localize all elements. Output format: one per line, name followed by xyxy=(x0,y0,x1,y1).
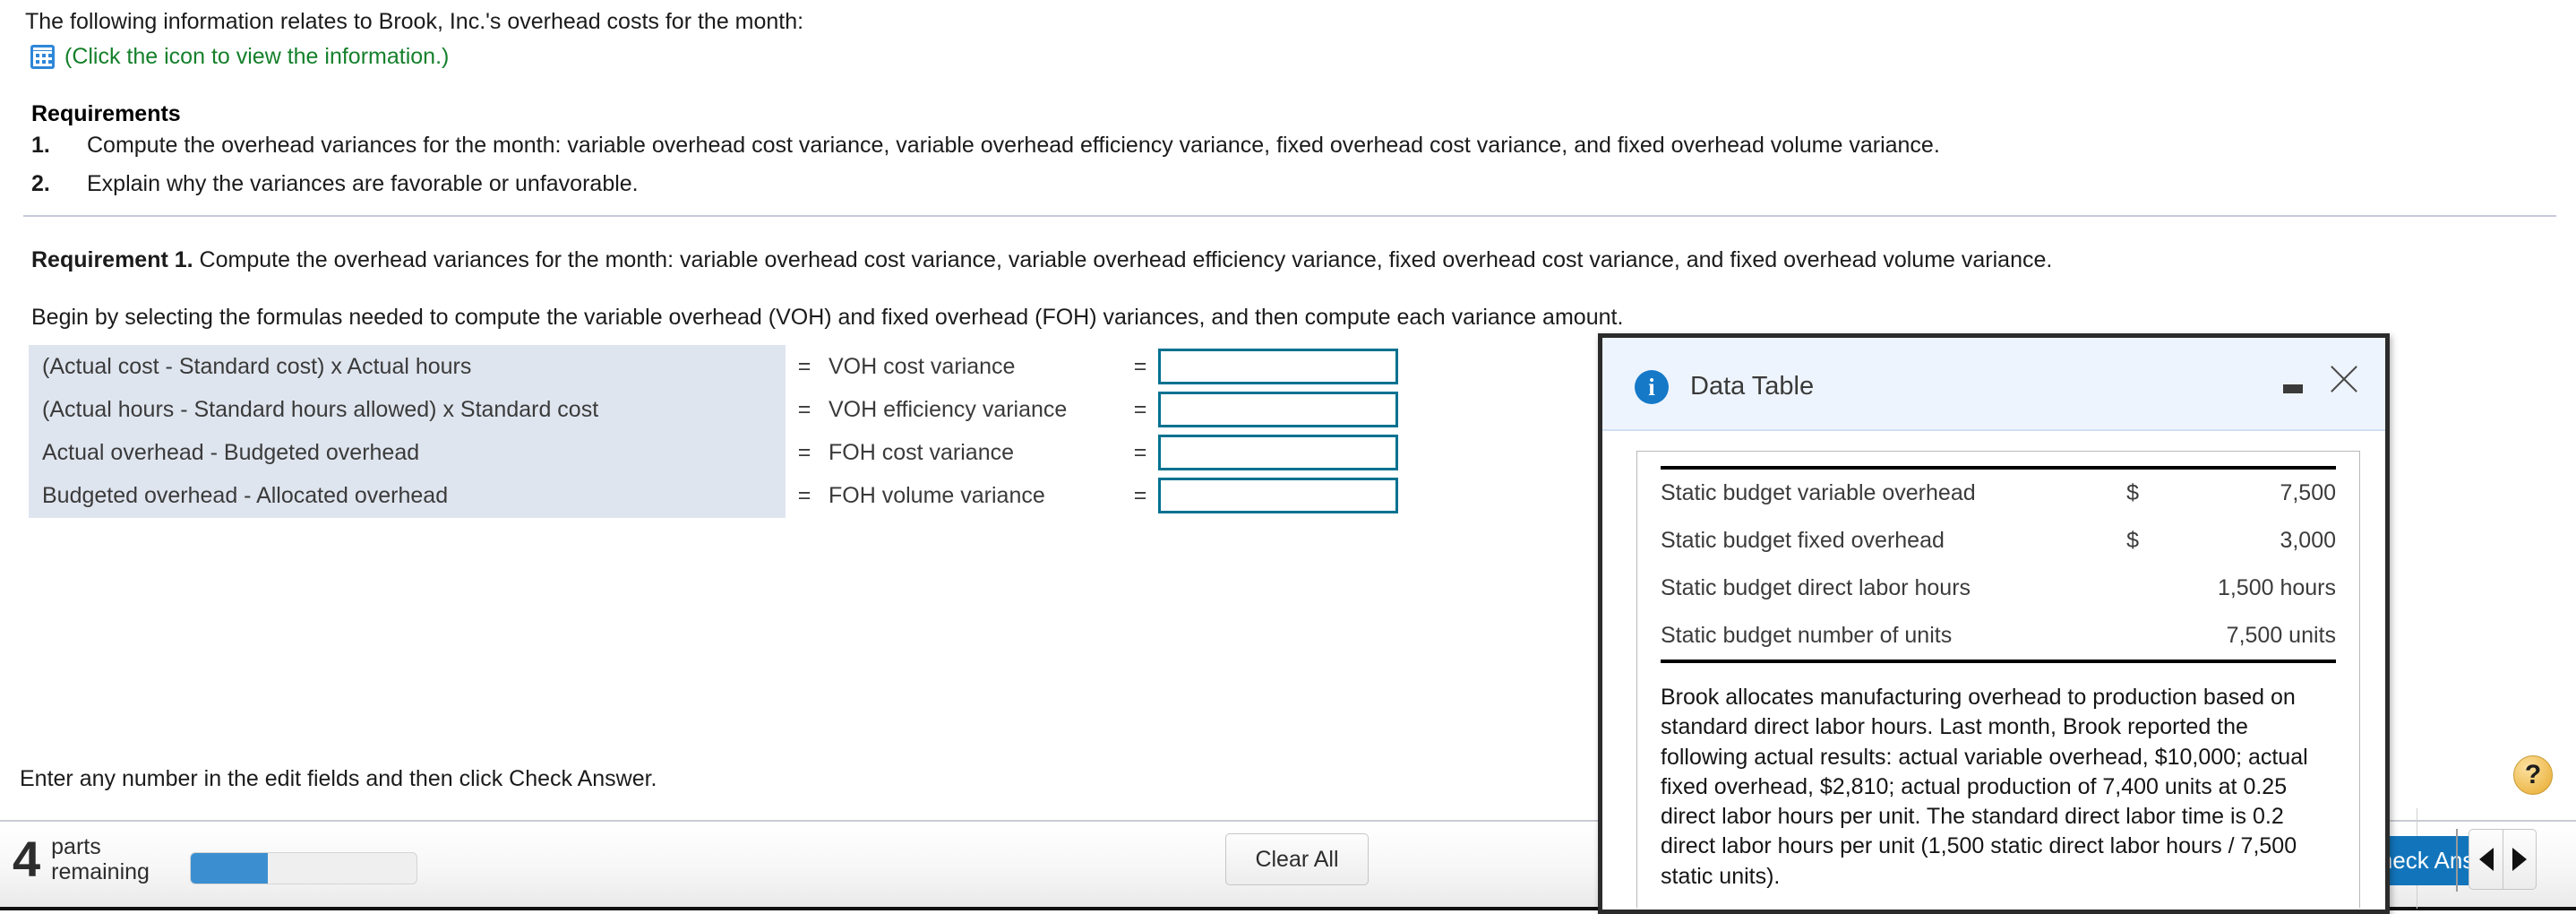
equals-sign: = xyxy=(1133,439,1147,465)
voh-cost-variance-input[interactable] xyxy=(1158,349,1398,384)
parts-word: parts xyxy=(51,834,101,859)
previous-button[interactable] xyxy=(2469,829,2503,890)
requirement-1-instruction: Begin by selecting the formulas needed t… xyxy=(31,305,1624,330)
progress-bar xyxy=(190,852,417,884)
requirement-number: 1. xyxy=(31,133,50,158)
variance-input-cell xyxy=(1158,345,1418,388)
footer-separator xyxy=(2456,829,2458,892)
requirements-list: 1. Compute the overhead variances for th… xyxy=(31,133,1940,210)
requirement-text: Explain why the variances are favorable … xyxy=(87,171,639,196)
progress-bar-fill xyxy=(191,853,268,884)
help-icon[interactable]: ? xyxy=(2513,755,2553,795)
table-row: Static budget fixed overhead $ 3,000 xyxy=(1661,517,2336,565)
parts-remaining-label: parts remaining xyxy=(51,834,150,884)
formula-row: (Actual hours - Standard hours allowed) … xyxy=(29,388,1418,431)
formula-row: Actual overhead - Budgeted overhead = FO… xyxy=(29,431,1418,474)
equals-sign: = xyxy=(797,353,811,379)
equals-sign: = xyxy=(1133,353,1147,379)
minimize-icon[interactable] xyxy=(2283,384,2303,393)
dialog-body: Static budget variable overhead $ 7,500 … xyxy=(1602,431,2385,908)
row-label: Static budget number of units xyxy=(1661,623,1953,648)
requirement-text: Compute the overhead variances for the m… xyxy=(87,133,1940,158)
requirement-1-text: Compute the overhead variances for the m… xyxy=(193,247,2053,272)
formula-row: Budgeted overhead - Allocated overhead =… xyxy=(29,474,1418,517)
variance-name: FOH volume variance xyxy=(829,482,1045,508)
remaining-word: remaining xyxy=(51,859,150,884)
problem-statement: The following information relates to Bro… xyxy=(25,9,804,34)
requirement-1-heading: Requirement 1. Compute the overhead vari… xyxy=(31,247,2052,273)
dialog-content-panel: Static budget variable overhead $ 7,500 … xyxy=(1636,451,2360,908)
row-value: 7,500 xyxy=(2280,480,2336,505)
equals-sign: = xyxy=(1133,396,1147,422)
row-currency: $ xyxy=(2126,480,2139,505)
triangle-right-icon xyxy=(2512,848,2527,871)
row-value: 3,000 xyxy=(2280,528,2336,553)
row-label: Static budget fixed overhead xyxy=(1661,528,1945,553)
variance-input-cell xyxy=(1158,388,1418,431)
dialog-title: Data Table xyxy=(1690,372,1815,401)
table-row: Static budget variable overhead $ 7,500 xyxy=(1661,468,2336,517)
row-label: Static budget direct labor hours xyxy=(1661,575,1971,600)
variance-input-cell xyxy=(1158,474,1418,517)
parts-remaining-count: 4 xyxy=(13,830,41,887)
parts-remaining: 4 parts remaining xyxy=(13,830,150,887)
requirement-item: 2. Explain why the variances are favorab… xyxy=(31,171,1940,197)
check-answer-hint: Enter any number in the edit fields and … xyxy=(20,766,657,791)
variance-formula-grid: (Actual cost - Standard cost) x Actual h… xyxy=(29,345,1418,518)
formula-cell[interactable]: Actual overhead - Budgeted overhead xyxy=(29,431,786,474)
clear-all-button[interactable]: Clear All xyxy=(1225,833,1369,885)
requirements-heading: Requirements xyxy=(31,101,181,126)
view-information-link-row[interactable]: (Click the icon to view the information.… xyxy=(30,45,449,69)
static-budget-table: Static budget variable overhead $ 7,500 … xyxy=(1661,466,2336,663)
row-value: 7,500 units xyxy=(2226,623,2336,648)
row-currency xyxy=(2107,565,2148,612)
problem-page: The following information relates to Bro… xyxy=(0,0,2576,914)
variance-input-cell xyxy=(1158,431,1418,474)
equals-sign: = xyxy=(797,396,811,422)
dialog-title-bar[interactable]: i Data Table xyxy=(1602,338,2385,431)
formula-row: (Actual cost - Standard cost) x Actual h… xyxy=(29,345,1418,388)
foh-cost-variance-input[interactable] xyxy=(1158,435,1398,470)
row-currency xyxy=(2107,612,2148,661)
formula-cell[interactable]: (Actual cost - Standard cost) x Actual h… xyxy=(29,345,786,388)
formula-cell[interactable]: Budgeted overhead - Allocated overhead xyxy=(29,474,786,517)
requirement-number: 2. xyxy=(31,171,50,196)
equals-sign: = xyxy=(797,482,811,508)
table-row: Static budget direct labor hours 1,500 h… xyxy=(1661,565,2336,612)
next-button[interactable] xyxy=(2503,829,2537,890)
close-icon[interactable] xyxy=(2326,361,2362,397)
navigation-buttons xyxy=(2469,829,2537,890)
view-information-link[interactable]: (Click the icon to view the information.… xyxy=(64,46,449,68)
variance-name: VOH efficiency variance xyxy=(829,396,1068,422)
variance-name: VOH cost variance xyxy=(829,353,1016,379)
equals-sign: = xyxy=(1133,482,1147,508)
section-divider xyxy=(23,215,2556,217)
requirement-item: 1. Compute the overhead variances for th… xyxy=(31,133,1940,159)
info-icon: i xyxy=(1635,370,1669,404)
dialog-note-text: Brook allocates manufacturing overhead t… xyxy=(1661,685,2308,889)
equals-sign: = xyxy=(797,439,811,465)
requirement-1-label: Requirement 1. xyxy=(31,247,193,272)
foh-volume-variance-input[interactable] xyxy=(1158,478,1398,513)
formula-cell[interactable]: (Actual hours - Standard hours allowed) … xyxy=(29,388,786,431)
variance-name: FOH cost variance xyxy=(829,439,1015,465)
triangle-left-icon xyxy=(2478,848,2494,871)
row-label: Static budget variable overhead xyxy=(1661,480,1976,505)
formula-table: (Actual cost - Standard cost) x Actual h… xyxy=(29,345,1418,517)
data-table-dialog: i Data Table Static budget variable over… xyxy=(1598,333,2390,914)
row-currency: $ xyxy=(2126,528,2139,553)
data-table-icon[interactable] xyxy=(30,45,55,69)
voh-efficiency-variance-input[interactable] xyxy=(1158,392,1398,427)
table-row: Static budget number of units 7,500 unit… xyxy=(1661,612,2336,661)
row-value: 1,500 hours xyxy=(2217,575,2336,600)
